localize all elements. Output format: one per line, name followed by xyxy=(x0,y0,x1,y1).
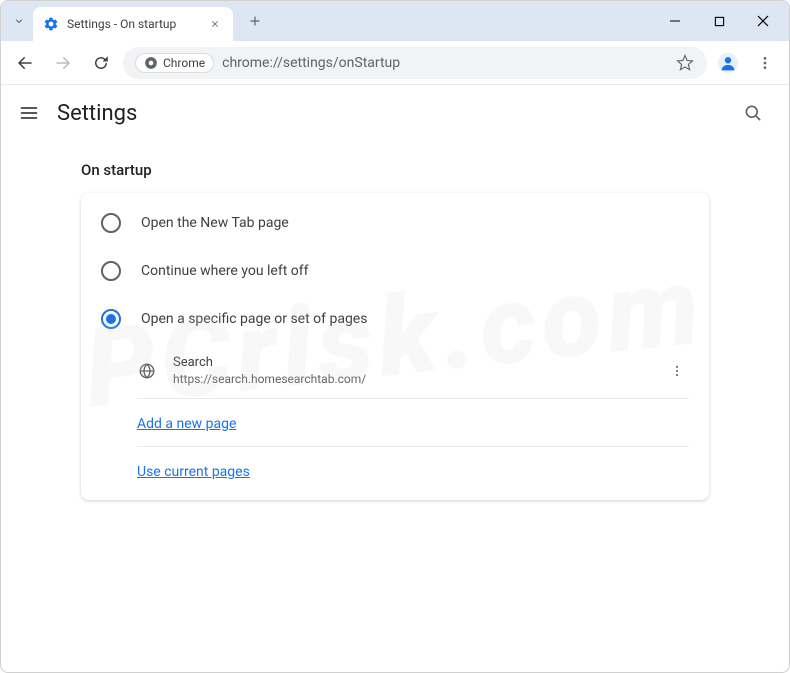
radio-option-specific-pages[interactable]: Open a specific page or set of pages xyxy=(81,295,709,343)
back-button[interactable] xyxy=(9,47,41,79)
titlebar: Settings - On startup xyxy=(1,1,789,41)
tab-title: Settings - On startup xyxy=(67,17,199,31)
search-icon[interactable] xyxy=(733,93,773,133)
startup-page-name: Search xyxy=(173,355,649,370)
profile-button[interactable] xyxy=(713,48,743,78)
use-current-pages-link[interactable]: Use current pages xyxy=(137,464,250,480)
radio-icon-selected xyxy=(101,309,121,329)
browser-tab[interactable]: Settings - On startup xyxy=(33,7,233,41)
tab-search-dropdown[interactable] xyxy=(5,7,33,35)
chrome-chip-label: Chrome xyxy=(163,56,205,70)
url-text: chrome://settings/onStartup xyxy=(222,55,400,71)
address-bar[interactable]: Chrome chrome://settings/onStartup xyxy=(123,47,707,79)
chrome-chip: Chrome xyxy=(135,53,214,73)
browser-menu-button[interactable] xyxy=(749,47,781,79)
radio-label: Open the New Tab page xyxy=(141,215,289,231)
page-title: Settings xyxy=(57,101,137,126)
startup-page-row: Search https://search.homesearchtab.com/ xyxy=(137,343,689,398)
globe-icon xyxy=(137,361,157,381)
maximize-button[interactable] xyxy=(697,1,741,41)
chrome-icon xyxy=(144,56,158,70)
hamburger-menu-icon[interactable] xyxy=(17,101,41,125)
minimize-button[interactable] xyxy=(653,1,697,41)
reload-button[interactable] xyxy=(85,47,117,79)
startup-card: Open the New Tab page Continue where you… xyxy=(81,193,709,500)
browser-toolbar: Chrome chrome://settings/onStartup xyxy=(1,41,789,85)
section-title: On startup xyxy=(81,161,709,179)
radio-label: Continue where you left off xyxy=(141,263,309,279)
radio-icon xyxy=(101,261,121,281)
forward-button[interactable] xyxy=(47,47,79,79)
gear-icon xyxy=(43,16,59,32)
page-menu-button[interactable] xyxy=(665,359,689,383)
radio-option-new-tab[interactable]: Open the New Tab page xyxy=(81,199,709,247)
close-window-button[interactable] xyxy=(741,1,785,41)
add-new-page-link[interactable]: Add a new page xyxy=(137,416,236,432)
new-tab-button[interactable] xyxy=(241,7,269,35)
bookmark-star-icon[interactable] xyxy=(675,53,695,73)
startup-page-url: https://search.homesearchtab.com/ xyxy=(173,372,649,386)
radio-option-continue[interactable]: Continue where you left off xyxy=(81,247,709,295)
settings-header: Settings xyxy=(1,85,789,141)
radio-icon xyxy=(101,213,121,233)
settings-content: On startup Open the New Tab page Continu… xyxy=(1,141,789,672)
close-icon[interactable] xyxy=(207,16,223,32)
radio-label: Open a specific page or set of pages xyxy=(141,311,367,327)
